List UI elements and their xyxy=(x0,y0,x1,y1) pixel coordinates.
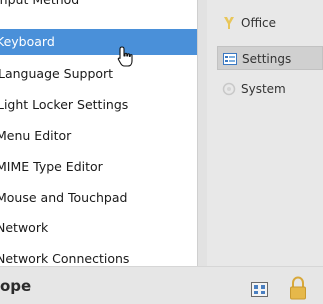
list-item-label: Mouse and Touchpad xyxy=(0,190,128,205)
category-settings[interactable]: Settings xyxy=(217,46,323,70)
category-sidebar xyxy=(207,0,323,266)
pane-divider[interactable] xyxy=(197,0,207,266)
list-item-label: Language Support xyxy=(0,66,114,81)
view-toggle-icon[interactable] xyxy=(251,282,268,297)
list-item-label: Network xyxy=(0,220,49,235)
settings-icon xyxy=(223,53,237,65)
list-item-label: Light Locker Settings xyxy=(0,97,129,112)
list-item-label: MIME Type Editor xyxy=(0,159,103,174)
category-office[interactable]: Office xyxy=(217,11,323,35)
list-item-light-locker-settings[interactable]: Light Locker Settings xyxy=(0,92,197,118)
list-item-keyboard[interactable]: Keyboard xyxy=(0,29,197,55)
list-item-menu-editor[interactable]: Menu Editor xyxy=(0,123,197,149)
list-item-label: Input Method xyxy=(0,0,79,13)
bottom-bar xyxy=(0,266,323,304)
list-item-input-method[interactable]: Input Method xyxy=(0,0,197,13)
list-item-mime-type-editor[interactable]: MIME Type Editor xyxy=(0,154,197,180)
list-item-label: Keyboard xyxy=(0,34,55,49)
category-label: Settings xyxy=(242,52,292,66)
list-item-label: Network Connections xyxy=(0,251,130,266)
list-item-network[interactable]: Network xyxy=(0,215,197,241)
list-item-language-support[interactable]: Language Support xyxy=(0,61,197,87)
system-icon xyxy=(222,82,236,96)
category-system[interactable]: System xyxy=(217,77,323,101)
category-label: System xyxy=(241,82,286,96)
list-item-label: Menu Editor xyxy=(0,128,72,143)
category-label: Office xyxy=(241,16,277,30)
list-item-network-connections[interactable]: Network Connections xyxy=(0,246,197,266)
bottom-title: ope xyxy=(0,277,32,295)
office-icon xyxy=(224,17,234,29)
application-list: Input Method Keyboard Language Support L… xyxy=(0,0,197,266)
lock-icon[interactable] xyxy=(289,276,307,300)
hand-pointer-cursor-icon xyxy=(117,46,133,67)
list-item-mouse-and-touchpad[interactable]: Mouse and Touchpad xyxy=(0,185,197,211)
